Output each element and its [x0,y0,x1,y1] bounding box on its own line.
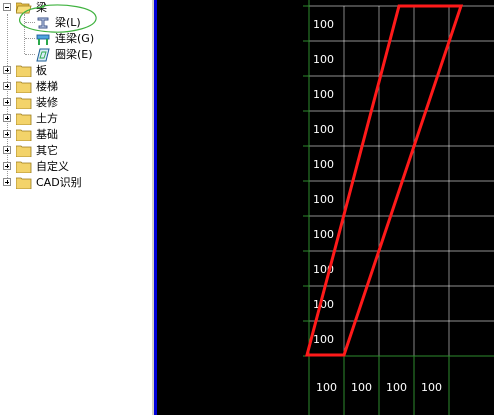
row-label: 100 [313,298,334,311]
column-label: 100 [316,381,337,394]
tree-item-other[interactable]: 其它 [0,143,150,159]
column-label: 100 [386,381,407,394]
tree-item-label: 圈梁(E) [55,48,93,61]
tree-item-label: 装修 [36,96,58,109]
expand-icon[interactable] [3,178,11,186]
folder-icon [16,145,32,157]
folder-icon [16,113,32,125]
tree-item-label: 自定义 [36,160,69,173]
component-tree-panel: 梁 梁(L) 连梁(G) 圈梁(E) 板 楼梯 装修 土方 基础 其它 自定义 … [0,0,152,415]
ring-beam-icon [36,48,50,62]
row-label: 100 [313,123,334,136]
expand-icon[interactable] [3,98,11,106]
collapse-icon[interactable] [3,3,11,11]
row-label: 100 [313,158,334,171]
tree-item-label: 土方 [36,112,58,125]
expand-icon[interactable] [3,114,11,122]
tree-item-label: CAD识别 [36,176,82,189]
expand-icon[interactable] [3,162,11,170]
row-label: 100 [313,333,334,346]
expand-icon[interactable] [3,146,11,154]
folder-icon [16,177,32,189]
tree-item-foundation[interactable]: 基础 [0,127,150,143]
grid-view: 100100100100100100100100100100100 100 100 1… [303,0,494,415]
folder-icon [16,65,32,77]
expand-icon[interactable] [3,66,11,74]
column-label: 100 [351,381,372,394]
folder-icon [16,129,32,141]
expand-icon[interactable] [3,130,11,138]
tree-item-label: 楼梯 [36,80,58,93]
tree-item-stairs[interactable]: 楼梯 [0,79,150,95]
tree-item-cad-recognition[interactable]: CAD识别 [0,175,150,191]
tree-item-earthwork[interactable]: 土方 [0,111,150,127]
row-label: 100 [313,193,334,206]
row-label: 100 [313,88,334,101]
expand-icon[interactable] [3,82,11,90]
tree-item-slab[interactable]: 板 [0,63,150,79]
row-label: 100 [313,228,334,241]
row-label: 100 [313,18,334,31]
folder-icon [16,161,32,173]
column-label: 100 [421,381,442,394]
tree-item-label: 基础 [36,128,58,141]
tree-item-label: 其它 [36,144,58,157]
tree-item-label: 连梁(G) [55,32,95,45]
folder-icon [16,81,32,93]
link-beam-icon [36,34,50,45]
folder-icon [16,97,32,109]
row-label: 100 [313,53,334,66]
tree-item-label: 板 [36,64,47,77]
tree-item-decoration[interactable]: 装修 [0,95,150,111]
tree-item-ring-beam[interactable]: 圈梁(E) [0,47,150,63]
drawing-canvas[interactable]: 100 100 100 100 100 100 100 100 100 100 100 100 100 1… [157,0,494,415]
highlight-circle [19,4,97,33]
tree-item-custom[interactable]: 自定义 [0,159,150,175]
